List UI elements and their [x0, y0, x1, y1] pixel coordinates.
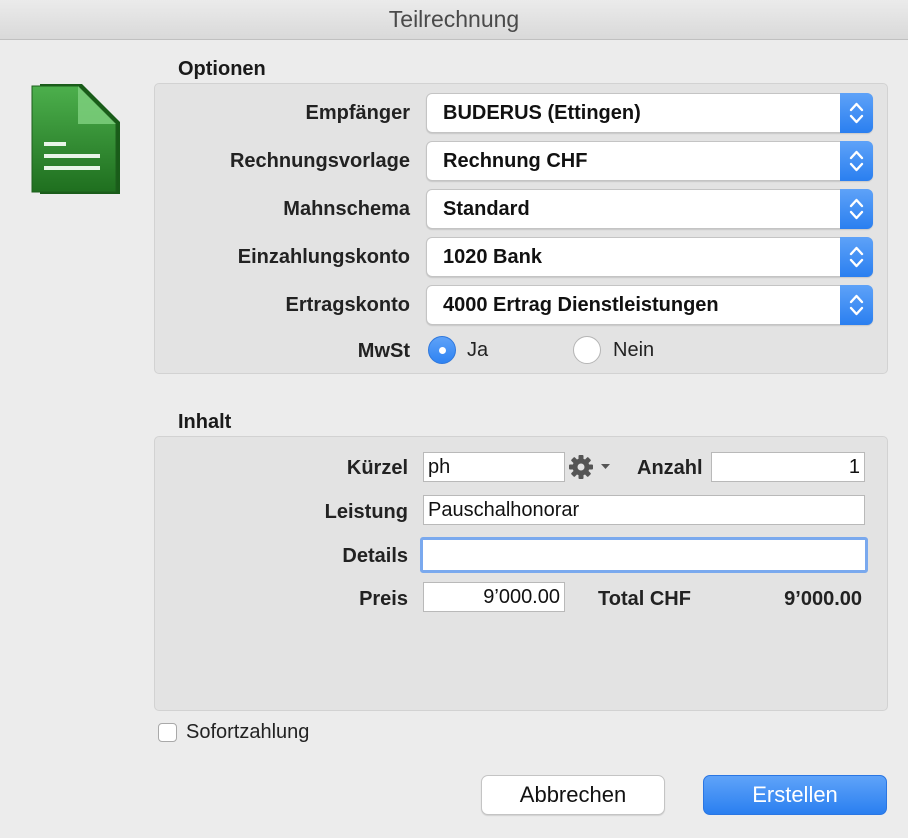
anzahl-field[interactable]: 1	[711, 452, 865, 482]
anzahl-label: Anzahl	[637, 457, 703, 479]
mwst-label: MwSt	[357, 340, 410, 362]
chevron-updown-icon	[840, 93, 873, 133]
empfaenger-popup[interactable]: BUDERUS (Ettingen)	[426, 93, 873, 133]
kuerzel-label: Kürzel	[346, 457, 408, 479]
kuerzel-field[interactable]: ph	[423, 452, 565, 482]
mahnschema-label: Mahnschema	[283, 198, 410, 220]
leistung-field[interactable]: Pauschalhonorar	[423, 495, 865, 525]
gear-icon[interactable]	[568, 453, 614, 481]
rechnungsvorlage-popup[interactable]: Rechnung CHF	[426, 141, 873, 181]
sofortzahlung-label[interactable]: Sofortzahlung	[186, 721, 309, 744]
einzahlungskonto-popup[interactable]: 1020 Bank	[426, 237, 873, 277]
chevron-updown-icon	[840, 285, 873, 325]
einzahlungskonto-label: Einzahlungskonto	[237, 246, 410, 268]
total-value: 9’000.00	[784, 588, 862, 610]
mwst-nein-label[interactable]: Nein	[613, 339, 654, 362]
total-label: Total CHF	[598, 588, 691, 610]
details-field[interactable]	[420, 537, 868, 573]
empfaenger-label: Empfänger	[305, 102, 410, 124]
mahnschema-value: Standard	[443, 198, 530, 220]
preis-field[interactable]: 9’000.00	[423, 582, 565, 612]
mwst-ja-radio[interactable]	[428, 336, 456, 364]
window-title: Teilrechnung	[0, 0, 908, 40]
ertragskonto-popup[interactable]: 4000 Ertrag Dienstleistungen	[426, 285, 873, 325]
ertragskonto-label: Ertragskonto	[285, 294, 410, 316]
chevron-updown-icon	[840, 141, 873, 181]
document-icon	[31, 84, 120, 194]
inhalt-heading: Inhalt	[178, 411, 232, 433]
mahnschema-popup[interactable]: Standard	[426, 189, 873, 229]
details-label: Details	[342, 545, 408, 567]
rechnungsvorlage-label: Rechnungsvorlage	[229, 150, 410, 172]
mwst-nein-radio[interactable]	[573, 336, 601, 364]
rechnungsvorlage-value: Rechnung CHF	[443, 150, 588, 172]
preis-label: Preis	[359, 588, 408, 610]
sofortzahlung-checkbox[interactable]	[158, 723, 177, 742]
empfaenger-value: BUDERUS (Ettingen)	[443, 102, 641, 124]
ertragskonto-value: 4000 Ertrag Dienstleistungen	[443, 294, 719, 316]
chevron-updown-icon	[840, 189, 873, 229]
chevron-updown-icon	[840, 237, 873, 277]
optionen-heading: Optionen	[178, 58, 266, 80]
leistung-label: Leistung	[324, 501, 408, 523]
cancel-button[interactable]: Abbrechen	[481, 775, 665, 815]
einzahlungskonto-value: 1020 Bank	[443, 246, 542, 268]
mwst-ja-label[interactable]: Ja	[467, 339, 488, 362]
create-button[interactable]: Erstellen	[703, 775, 887, 815]
